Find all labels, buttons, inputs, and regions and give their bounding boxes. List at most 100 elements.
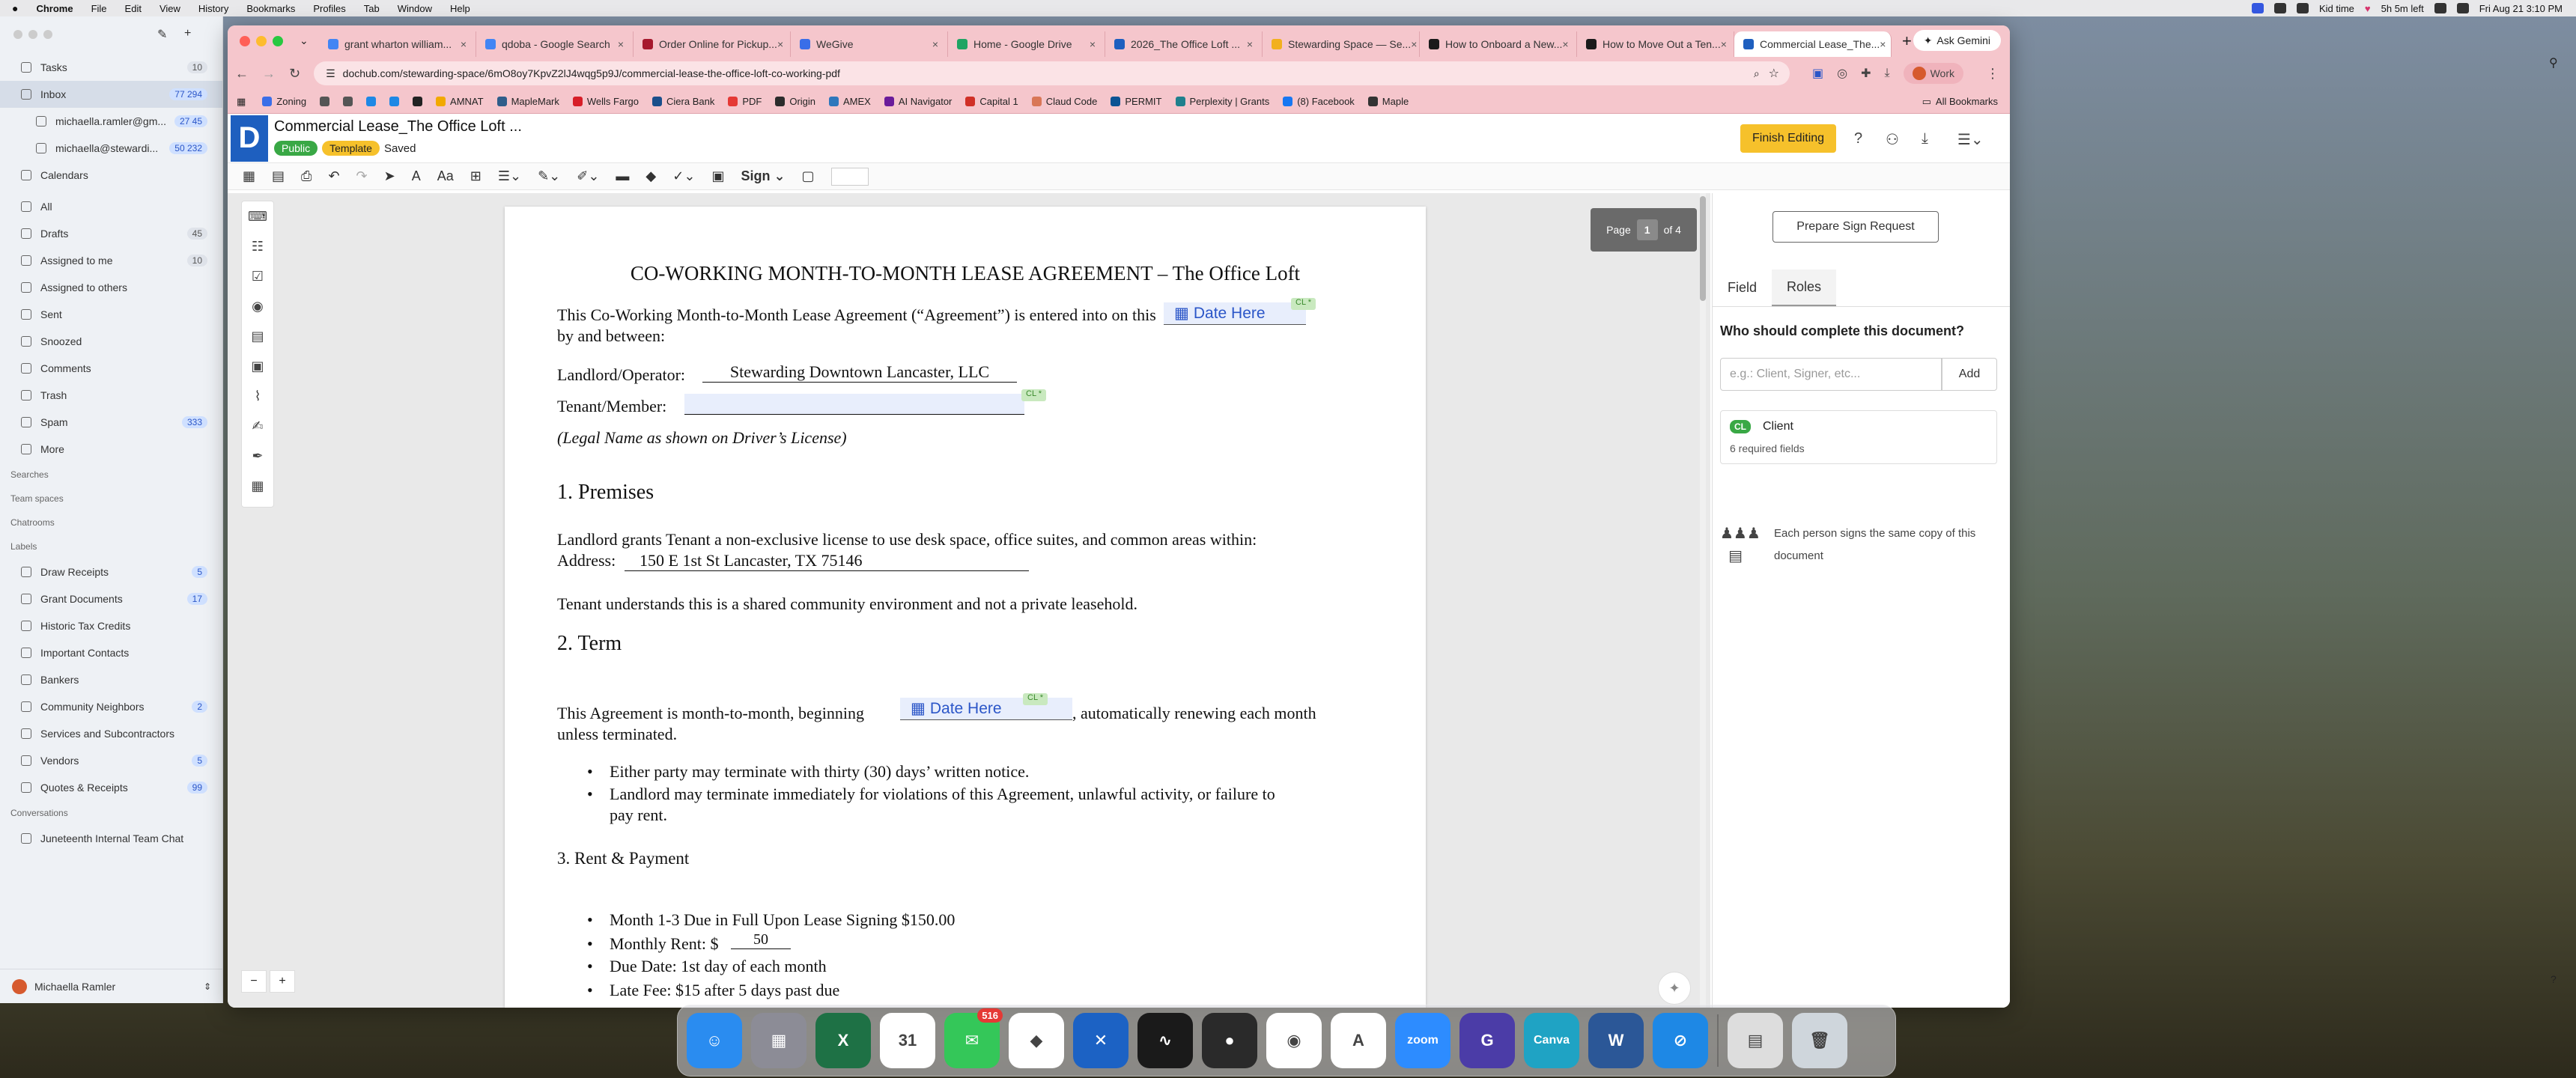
- all-bookmarks-button[interactable]: ▭ All Bookmarks: [1922, 96, 1998, 108]
- bookmark-item[interactable]: Maple: [1367, 96, 1409, 107]
- chrome-menu-icon[interactable]: ⋮: [1986, 66, 1999, 82]
- image-icon[interactable]: ▣: [711, 168, 724, 184]
- label-vendors[interactable]: Vendors 5: [0, 747, 222, 774]
- close-window-icon[interactable]: [240, 36, 250, 46]
- sign-dropdown[interactable]: Sign ⌄: [741, 168, 785, 184]
- bookmark-item[interactable]: Capital 1: [965, 96, 1018, 107]
- menu-edit[interactable]: Edit: [125, 3, 142, 14]
- bookmark-item[interactable]: PDF: [728, 96, 762, 107]
- checkmark-icon[interactable]: ✓⌄: [672, 168, 695, 184]
- compose-icon[interactable]: ✎: [157, 27, 167, 42]
- redo-icon[interactable]: ↷: [356, 168, 368, 184]
- browser-tab[interactable]: qdoba - Google Search ×: [476, 31, 634, 57]
- mailbox-inbox[interactable]: Inbox 77 294: [0, 81, 222, 108]
- status-app-icon[interactable]: [2251, 3, 2264, 13]
- browser-tab[interactable]: Home - Google Drive ×: [948, 31, 1105, 57]
- checkbox-field-icon[interactable]: ☑: [242, 261, 273, 291]
- help-icon[interactable]: ?: [1854, 130, 1862, 147]
- label-bankers[interactable]: Bankers: [0, 666, 222, 693]
- back-icon[interactable]: ←: [235, 66, 249, 82]
- wifi-icon[interactable]: [2273, 3, 2286, 13]
- ai-assistant-icon[interactable]: ✦: [1658, 972, 1691, 1005]
- finish-editing-button[interactable]: Finish Editing: [1740, 124, 1837, 153]
- page-view-icon[interactable]: ▤: [272, 168, 285, 184]
- bookmark-item[interactable]: Ciera Bank: [652, 96, 714, 107]
- signature-field-icon[interactable]: ✍: [242, 411, 273, 441]
- role-card-client[interactable]: CL Client 6 required fields: [1720, 410, 1997, 464]
- mailbox-michaella-ramler-gm[interactable]: michaella.ramler@gm... 27 45: [0, 108, 222, 135]
- new-tab-icon[interactable]: +: [1902, 31, 1912, 51]
- bookmark-item[interactable]: AMEX: [829, 96, 871, 107]
- bookmark-item[interactable]: AMNAT: [436, 96, 484, 107]
- dock-voice-memos-icon[interactable]: ∿: [1137, 1013, 1193, 1068]
- document-page[interactable]: CO-WORKING MONTH-TO-MONTH LEASE AGREEMEN…: [505, 207, 1426, 1008]
- folder-drafts[interactable]: Drafts 45: [0, 220, 222, 247]
- bookmark-item[interactable]: [389, 96, 400, 107]
- pen-icon[interactable]: ✎⌄: [538, 168, 560, 184]
- profile-button[interactable]: Work: [1903, 63, 1963, 84]
- scrollbar[interactable]: [1700, 193, 1706, 1008]
- label-quotes-receipts[interactable]: Quotes & Receipts 99: [0, 774, 222, 801]
- scrollbar-thumb[interactable]: [1700, 196, 1706, 301]
- download-icon[interactable]: ⤓: [1885, 67, 1890, 80]
- attachment-field-icon[interactable]: ⌇: [242, 381, 273, 411]
- searches-section[interactable]: Searches: [0, 463, 222, 487]
- eraser-icon[interactable]: ◆: [645, 168, 656, 184]
- menu-window[interactable]: Window: [398, 3, 432, 14]
- menu-profiles[interactable]: Profiles: [313, 3, 345, 14]
- kid-time-label[interactable]: Kid time: [2319, 3, 2354, 14]
- help-icon[interactable]: ?: [2551, 973, 2557, 985]
- folder-all[interactable]: All: [0, 193, 222, 220]
- close-tab-icon[interactable]: ×: [1880, 38, 1886, 50]
- bookmark-item[interactable]: [320, 96, 330, 107]
- label-grant-documents[interactable]: Grant Documents 17: [0, 585, 222, 612]
- dock-android-messages-icon[interactable]: ●: [1202, 1013, 1257, 1068]
- dock-arc-icon[interactable]: A: [1331, 1013, 1386, 1068]
- account-switcher[interactable]: Michaella Ramler ⇕: [0, 969, 223, 1003]
- bookmark-item[interactable]: AI Navigator: [884, 96, 952, 107]
- dock-finder-icon[interactable]: ☺: [687, 1013, 742, 1068]
- dock-launchpad-icon[interactable]: ▦: [751, 1013, 806, 1068]
- dropdown-field-icon[interactable]: ▤: [242, 321, 273, 351]
- extension-icon[interactable]: ▣: [1812, 66, 1823, 81]
- label-historic-tax-credits[interactable]: Historic Tax Credits: [0, 612, 222, 639]
- undo-icon[interactable]: ↶: [328, 168, 339, 184]
- multiline-field-icon[interactable]: ☷: [242, 231, 273, 261]
- bookmark-item[interactable]: Perplexity | Grants: [1175, 96, 1269, 107]
- date-field-icon[interactable]: ▦: [242, 471, 273, 501]
- reload-icon[interactable]: ↻: [289, 66, 300, 82]
- close-tab-icon[interactable]: ×: [1090, 38, 1096, 50]
- add-field-icon[interactable]: ⊞: [470, 168, 482, 184]
- download-icon[interactable]: ⤓: [1922, 130, 1928, 147]
- menu-view[interactable]: View: [160, 3, 180, 14]
- dock-word-icon[interactable]: W: [1588, 1013, 1644, 1068]
- bookmark-star-icon[interactable]: ☆: [1769, 66, 1779, 81]
- folder-assigned-to-me[interactable]: Assigned to me 10: [0, 247, 222, 274]
- browser-tab[interactable]: How to Onboard a New... ×: [1420, 31, 1577, 57]
- browser-tab[interactable]: Stewarding Space — Se... ×: [1263, 31, 1420, 57]
- dock-documents-icon[interactable]: ▤: [1728, 1013, 1783, 1068]
- bookmark-item[interactable]: Zoning: [262, 96, 306, 107]
- control-center-icon[interactable]: [2296, 3, 2309, 13]
- labels-section[interactable]: Labels: [0, 535, 222, 558]
- bookmark-item[interactable]: Claud Code: [1031, 96, 1097, 107]
- apple-icon[interactable]: ●: [12, 2, 18, 14]
- close-tab-icon[interactable]: ×: [1721, 38, 1727, 50]
- conversation-juneteenth-internal-team-chat[interactable]: Juneteenth Internal Team Chat: [0, 825, 222, 852]
- initials-field-icon[interactable]: ✒: [242, 441, 273, 471]
- team-spaces-section[interactable]: Team spaces: [0, 487, 222, 511]
- close-tab-icon[interactable]: ×: [932, 38, 938, 50]
- browser-tab[interactable]: How to Move Out a Ten... ×: [1577, 31, 1734, 57]
- thumbnails-icon[interactable]: ▦: [243, 168, 255, 184]
- add-user-icon[interactable]: ⚇: [1886, 130, 1899, 149]
- tab-search-icon[interactable]: ⌄: [300, 34, 309, 47]
- list-icon[interactable]: ☰⌄: [498, 168, 521, 184]
- zoom-out-button[interactable]: −: [241, 970, 267, 993]
- browser-tab[interactable]: Order Online for Pickup... ×: [634, 31, 791, 57]
- extension-icon[interactable]: ◎: [1837, 66, 1847, 81]
- dock-canva-icon[interactable]: Canva: [1524, 1013, 1579, 1068]
- text-size-icon[interactable]: Aa: [437, 168, 454, 184]
- window-dot[interactable]: [28, 30, 37, 39]
- bookmark-item[interactable]: Wells Fargo: [572, 96, 639, 107]
- add-icon[interactable]: +: [184, 27, 191, 40]
